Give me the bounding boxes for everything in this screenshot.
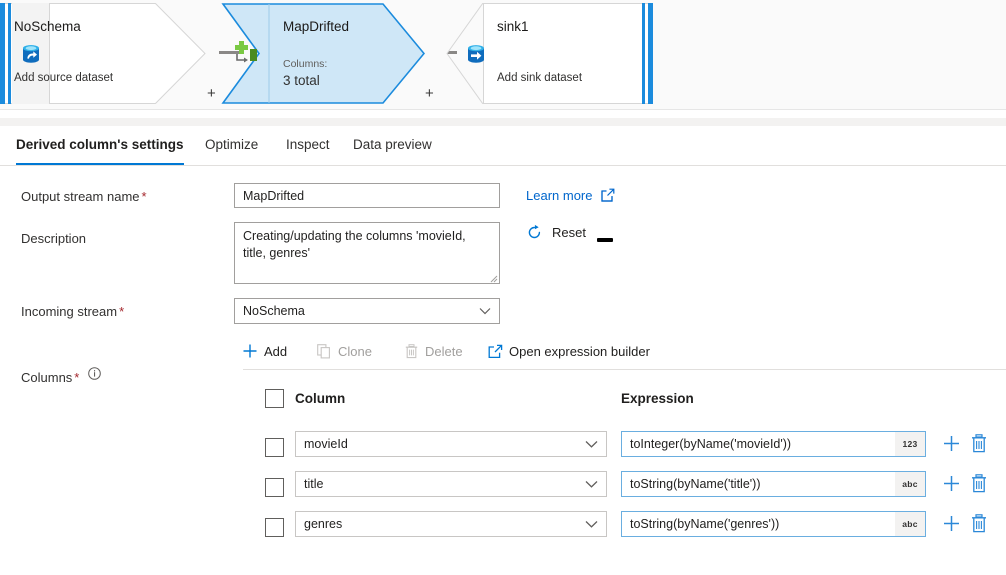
table-row: movieId toInteger(byName('movieId')) 123 (243, 428, 1006, 468)
select-all-checkbox[interactable] (265, 388, 284, 408)
output-stream-name-label-text: Output stream name (21, 189, 140, 204)
clone-column-button[interactable]: Clone (317, 340, 372, 362)
chevron-down-icon (585, 481, 598, 488)
sink-icon-pane (457, 3, 495, 104)
source-node-subtitle: Add source dataset (14, 72, 114, 84)
row-expression-value: toString(byName('genres')) (630, 517, 780, 531)
incoming-stream-label: Incoming stream * (21, 304, 124, 319)
clone-icon (317, 343, 332, 359)
plus-icon (242, 343, 258, 359)
chevron-down-icon (479, 308, 491, 315)
row-expression-input[interactable]: toString(byName('title')) abc (621, 471, 926, 497)
row-expression-type-badge: abc (895, 472, 925, 496)
row-checkbox[interactable] (265, 438, 284, 457)
external-link-icon (601, 188, 615, 202)
row-expression-value: toString(byName('title')) (630, 477, 761, 491)
sink-node-title: sink1 (497, 19, 529, 34)
row-delete-icon[interactable] (970, 514, 988, 533)
description-textarea[interactable]: Creating/updating the columns 'movieId, … (234, 222, 500, 284)
row-expression-type-badge: abc (895, 512, 925, 536)
description-label: Description (21, 231, 87, 246)
add-column-label: Add (264, 343, 288, 359)
data-flow-canvas[interactable]: NoSchema Add source dataset + MapDrifted… (0, 0, 1006, 110)
incoming-stream-value: NoSchema (243, 304, 305, 318)
delete-column-button[interactable]: Delete (404, 340, 463, 362)
sink-dataset-icon (468, 44, 484, 63)
row-expression-type-badge: 123 (895, 432, 925, 456)
row-expression-input[interactable]: toString(byName('genres')) abc (621, 511, 926, 537)
tab-optimize[interactable]: Optimize (205, 130, 258, 165)
incoming-stream-select[interactable]: NoSchema (234, 298, 500, 324)
row-column-value: movieId (304, 437, 348, 451)
row-delete-icon[interactable] (970, 434, 988, 453)
reset-label: Reset (552, 225, 586, 240)
chevron-down-icon (585, 441, 598, 448)
reset-button[interactable]: Reset (526, 224, 586, 241)
table-top-divider (243, 369, 1006, 370)
external-link-icon (488, 344, 503, 359)
source-node-chevron (155, 3, 207, 104)
add-column-button[interactable]: Add (242, 340, 287, 362)
delete-column-label: Delete (425, 343, 463, 359)
incoming-stream-label-text: Incoming stream (21, 304, 118, 319)
sink-node-accent (639, 3, 653, 104)
header-expression: Expression (621, 390, 694, 406)
settings-tab-bar[interactable]: Derived column's settings Optimize Inspe… (0, 130, 1006, 166)
derived-node-columns-label: Columns: (283, 58, 328, 70)
source-node-title: NoSchema (14, 19, 81, 34)
derived-node-columns-count: 3 total (283, 73, 320, 88)
reset-refresh-icon (528, 224, 541, 239)
info-icon[interactable] (88, 367, 101, 380)
row-delete-icon[interactable] (970, 474, 988, 493)
trash-icon (404, 343, 419, 359)
row-expression-value: toInteger(byName('movieId')) (630, 437, 792, 451)
row-column-select[interactable]: movieId (295, 431, 607, 457)
table-row: title toString(byName('title')) abc (243, 468, 1006, 508)
sink-node-subtitle: Add sink dataset (497, 72, 583, 84)
row-checkbox[interactable] (265, 518, 284, 537)
row-add-icon[interactable] (943, 515, 960, 532)
row-column-value: title (304, 477, 324, 491)
incoming-stream-required: * (119, 304, 125, 319)
canvas-splitter-handle[interactable] (597, 238, 613, 242)
row-column-select[interactable]: title (295, 471, 607, 497)
tab-derived-columns-settings[interactable]: Derived column's settings (16, 130, 184, 165)
columns-label: Columns * (21, 370, 79, 385)
derived-node-add-icon[interactable]: + (425, 86, 434, 101)
row-expression-input[interactable]: toInteger(byName('movieId')) 123 (621, 431, 926, 457)
columns-label-text: Columns (21, 370, 73, 385)
row-column-value: genres (304, 517, 343, 531)
source-node-add-icon[interactable]: + (207, 86, 216, 101)
table-row: genres toString(byName('genres')) abc (243, 508, 1006, 548)
output-stream-name-label: Output stream name * (21, 189, 147, 204)
output-stream-name-required: * (141, 189, 147, 204)
panel-splitter[interactable] (0, 118, 1006, 242)
canvas-node-source[interactable]: NoSchema Add source dataset + (0, 3, 216, 104)
learn-more-link[interactable]: Learn more (526, 188, 615, 203)
derived-node-title: MapDrifted (283, 19, 350, 34)
tab-data-preview[interactable]: Data preview (353, 130, 432, 165)
select-all-checkbox-cell (265, 380, 284, 416)
output-stream-name-input[interactable] (234, 183, 500, 208)
columns-table-header: Column Expression (243, 380, 1006, 416)
row-add-icon[interactable] (943, 475, 960, 492)
source-dataset-icon (22, 44, 39, 63)
row-checkbox[interactable] (265, 478, 284, 497)
source-node-accent (0, 3, 12, 104)
tab-inspect[interactable]: Inspect (286, 130, 330, 165)
row-column-select[interactable]: genres (295, 511, 607, 537)
header-column: Column (295, 390, 346, 406)
canvas-node-derived-column[interactable]: MapDrifted Columns: 3 total + (221, 3, 434, 104)
chevron-down-icon (585, 521, 598, 528)
columns-required: * (74, 370, 80, 385)
derived-column-icon (235, 41, 257, 63)
clone-column-label: Clone (338, 343, 372, 359)
row-add-icon[interactable] (943, 435, 960, 452)
canvas-node-sink[interactable]: sink1 Add sink dataset (437, 3, 653, 104)
open-expression-builder-label: Open expression builder (509, 343, 650, 359)
open-expression-builder-button[interactable]: Open expression builder (488, 340, 650, 362)
learn-more-label: Learn more (526, 188, 593, 203)
